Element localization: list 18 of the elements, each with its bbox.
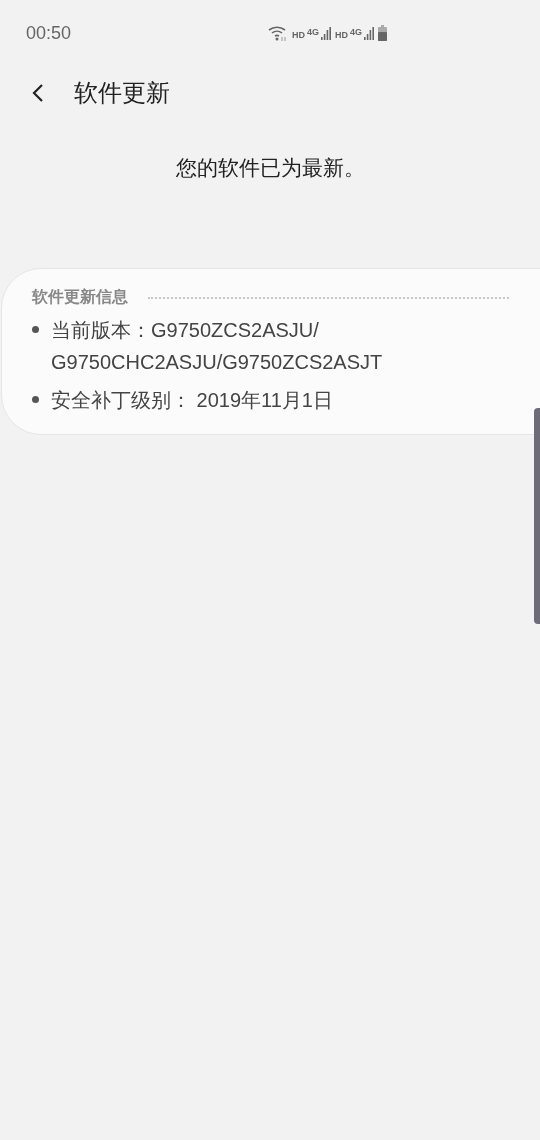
- info-text: 安全补丁级别： 2019年11月1日: [51, 388, 334, 413]
- hd-label: HD: [291, 29, 305, 40]
- wifi-icon: [267, 25, 288, 41]
- signal-icon: [364, 26, 374, 40]
- edge-panel-handle[interactable]: [534, 408, 540, 624]
- card-title: 软件更新信息: [32, 287, 128, 308]
- network-type: 4G: [350, 26, 362, 37]
- hd-label: HD: [335, 29, 348, 40]
- bullet-icon: [32, 326, 39, 333]
- network-type: 4G: [306, 26, 319, 37]
- status-message: 您的软件已为最新。: [175, 156, 365, 180]
- bullet-icon: [32, 396, 39, 403]
- status-time: 00:50: [26, 22, 72, 44]
- page-title: 软件更新: [74, 78, 170, 109]
- signal-icon: [321, 26, 331, 40]
- battery-icon: [378, 25, 387, 41]
- back-icon: [32, 83, 44, 103]
- info-text: 当前版本：G9750ZCS2ASJU/G9750CHC2ASJU/G9750ZCS2ASJT: [51, 318, 384, 375]
